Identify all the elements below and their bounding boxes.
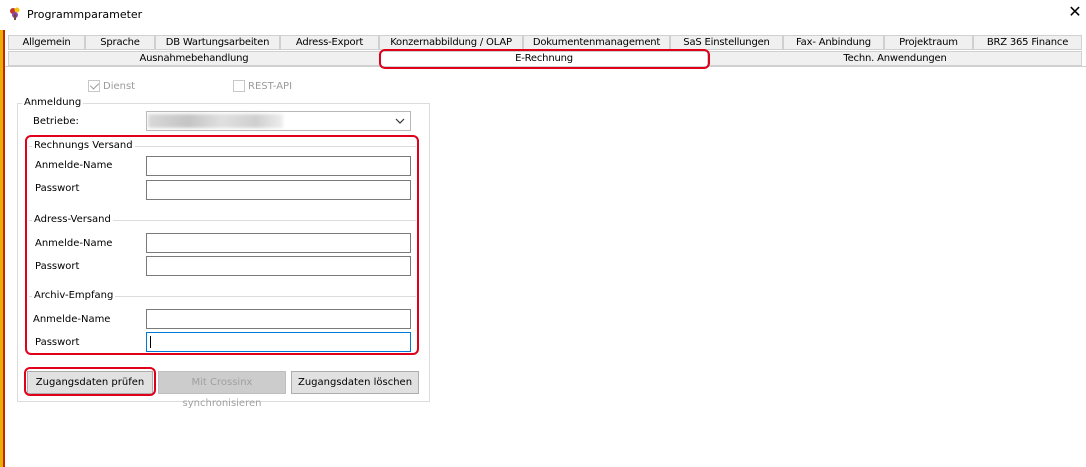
betriebe-selected-value-redacted (148, 114, 283, 128)
highlight-e-rechnung-tab (379, 49, 710, 69)
tab-row-top: Allgemein Sprache DB Wartungsarbeiten Ad… (8, 35, 1082, 50)
window-title: Programmparameter (27, 8, 143, 21)
tab-dokumentenmanagement[interactable]: Dokumentenmanagement (523, 35, 670, 50)
tab-sas-einstellungen[interactable]: SaS Einstellungen (670, 35, 783, 50)
chevron-down-icon[interactable] (394, 115, 406, 127)
rest-api-label: REST-API (248, 80, 293, 92)
tab-adress-export[interactable]: Adress-Export (280, 35, 379, 50)
rest-api-checkbox-box[interactable] (233, 80, 245, 92)
tab-allgemein[interactable]: Allgemein (8, 35, 85, 50)
tab-brz-365-finance[interactable]: BRZ 365 Finance (973, 35, 1082, 50)
dienst-checkbox-box[interactable] (88, 80, 100, 92)
tab-techn-anwendungen[interactable]: Techn. Anwendungen (708, 51, 1082, 66)
dienst-label: Dienst (103, 80, 136, 92)
rest-api-checkbox[interactable]: REST-API (233, 79, 292, 93)
highlight-check-button (24, 367, 156, 396)
app-icon (10, 7, 20, 20)
tab-ausnahmebehandlung[interactable]: Ausnahmebehandlung (8, 51, 380, 66)
betriebe-dropdown[interactable] (146, 111, 411, 131)
dienst-checkbox[interactable]: Dienst (88, 79, 135, 93)
tab-db-wartungsarbeiten[interactable]: DB Wartungsarbeiten (155, 35, 280, 50)
tab-fax-anbindung[interactable]: Fax- Anbindung (783, 35, 884, 50)
tab-konzernabbildung-olap[interactable]: Konzernabbildung / OLAP (379, 35, 523, 50)
tab-sprache[interactable]: Sprache (85, 35, 155, 50)
sync-crossinx-button[interactable]: Mit Crossinx synchronisieren (158, 371, 286, 409)
close-icon[interactable]: ✕ (1064, 2, 1086, 24)
title-bar: Programmparameter ✕ (0, 0, 1086, 30)
tab-projektraum[interactable]: Projektraum (884, 35, 973, 50)
anmeldung-group-label: Anmeldung (22, 97, 84, 108)
delete-credentials-button[interactable]: Zugangsdaten löschen (291, 371, 419, 394)
highlight-credentials (25, 135, 419, 355)
betriebe-label: Betriebe: (33, 116, 79, 127)
